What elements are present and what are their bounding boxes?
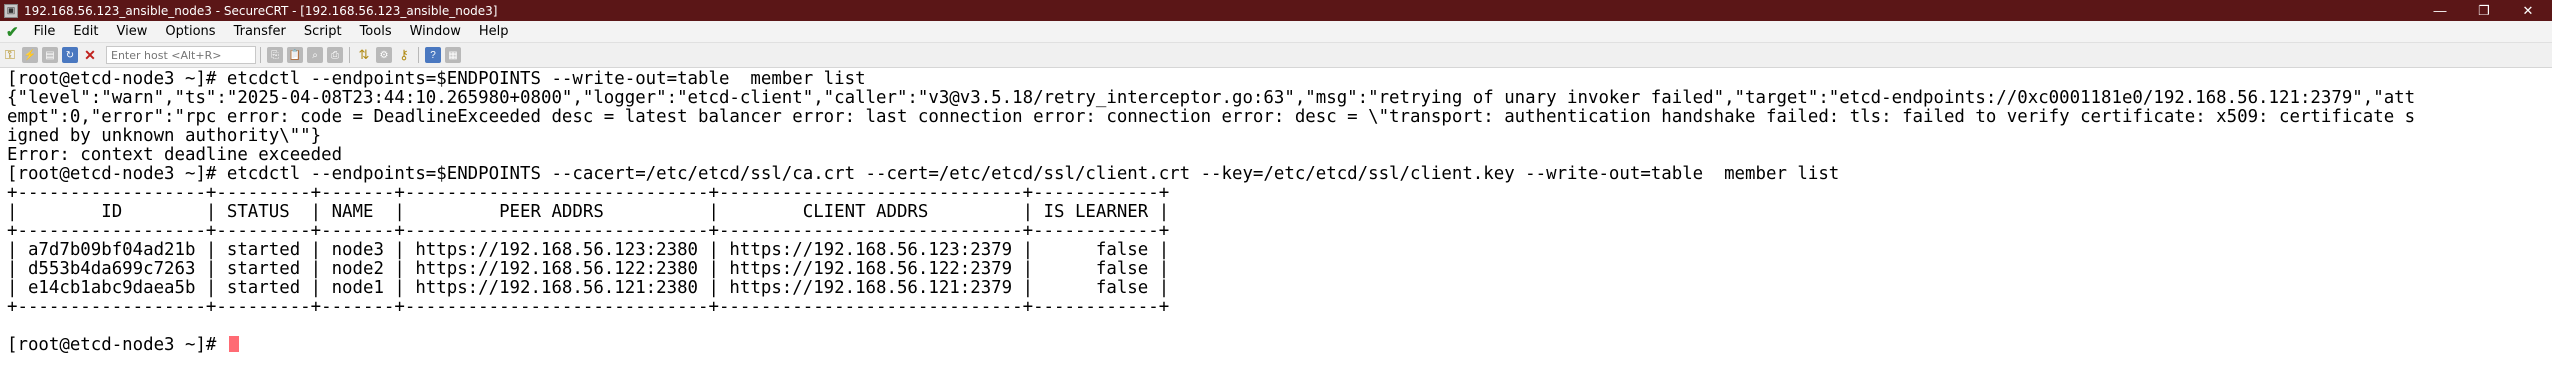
table-header: | ID | STATUS | NAME | PEER ADDRS | CLIE… xyxy=(7,202,1170,222)
about-icon[interactable]: ▦ xyxy=(445,47,461,63)
terminal-line: [root@etcd-node3 ~]# etcdctl --endpoints… xyxy=(7,69,866,89)
menu-options[interactable]: Options xyxy=(156,24,224,39)
menu-transfer[interactable]: Transfer xyxy=(225,24,295,39)
table-border: +------------------+---------+-------+--… xyxy=(7,221,1170,241)
table-row: | a7d7b09bf04ad21b | started | node3 | h… xyxy=(7,240,1170,260)
connect-icon[interactable]: ⚿ xyxy=(2,47,18,63)
terminal-pane[interactable]: [root@etcd-node3 ~]# etcdctl --endpoints… xyxy=(0,68,2552,368)
menu-file[interactable]: File xyxy=(25,24,65,39)
table-row: | e14cb1abc9daea5b | started | node1 | h… xyxy=(7,278,1170,298)
find-icon[interactable]: ⌕ xyxy=(307,47,323,63)
securecrt-app-icon[interactable]: ▣ xyxy=(4,3,18,18)
window-title: 192.168.56.123_ansible_node3 - SecureCRT… xyxy=(24,3,498,18)
sftp-icon[interactable]: ⇅ xyxy=(356,47,372,63)
menu-help[interactable]: Help xyxy=(470,24,518,39)
copy-icon[interactable]: ⎘ xyxy=(267,47,283,63)
prompt-line: [root@etcd-node3 ~]# xyxy=(7,336,239,355)
print-icon[interactable]: ⎙ xyxy=(327,47,343,63)
settings-icon[interactable]: ⚙ xyxy=(376,47,392,63)
restore-button[interactable]: ❐ xyxy=(2462,0,2506,21)
terminal-line: Error: context deadline exceeded xyxy=(7,145,343,165)
keymap-icon[interactable]: ⚷ xyxy=(396,47,412,63)
cursor xyxy=(228,336,239,352)
close-button[interactable]: ✕ xyxy=(2506,0,2550,21)
toolbar-divider xyxy=(418,47,419,63)
toolbar: ⚿ ⚡ ▤ ↻ ✕ ⎘ 📋 ⌕ ⎙ ⇅ ⚙ ⚷ ? ▦ xyxy=(0,43,2552,68)
table-border: +------------------+---------+-------+--… xyxy=(7,297,1170,317)
terminal-line: [root@etcd-node3 ~]# etcdctl --endpoints… xyxy=(7,164,1840,184)
title-bar[interactable]: ▣ 192.168.56.123_ansible_node3 - SecureC… xyxy=(0,0,2552,21)
connect-tab-icon[interactable]: ▤ xyxy=(42,47,58,63)
reconnect-icon[interactable]: ↻ xyxy=(62,47,78,63)
minimize-button[interactable]: — xyxy=(2418,0,2462,21)
menu-edit[interactable]: Edit xyxy=(64,24,107,39)
quick-connect-icon[interactable]: ⚡ xyxy=(22,47,38,63)
host-input[interactable] xyxy=(106,46,256,64)
menu-bar: ✔ File Edit View Options Transfer Script… xyxy=(0,21,2552,43)
terminal-line: igned by unknown authority\""} xyxy=(7,126,322,146)
menu-tools[interactable]: Tools xyxy=(351,24,401,39)
shell-prompt: [root@etcd-node3 ~]# xyxy=(7,335,227,355)
menu-script[interactable]: Script xyxy=(295,24,351,39)
disconnect-icon[interactable]: ✕ xyxy=(82,47,98,63)
toolbar-divider xyxy=(349,47,350,63)
table-border: +------------------+---------+-------+--… xyxy=(7,183,1170,203)
toolbar-divider xyxy=(260,47,261,63)
terminal-line: {"level":"warn","ts":"2025-04-08T23:44:1… xyxy=(7,88,2416,108)
menu-view[interactable]: View xyxy=(108,24,157,39)
checkmark-icon[interactable]: ✔ xyxy=(6,23,19,41)
menu-window[interactable]: Window xyxy=(401,24,470,39)
paste-icon[interactable]: 📋 xyxy=(287,47,303,63)
table-row: | d553b4da699c7263 | started | node2 | h… xyxy=(7,259,1170,279)
help-icon[interactable]: ? xyxy=(425,47,441,63)
terminal-line: empt":0,"error":"rpc error: code = Deadl… xyxy=(7,107,2416,127)
